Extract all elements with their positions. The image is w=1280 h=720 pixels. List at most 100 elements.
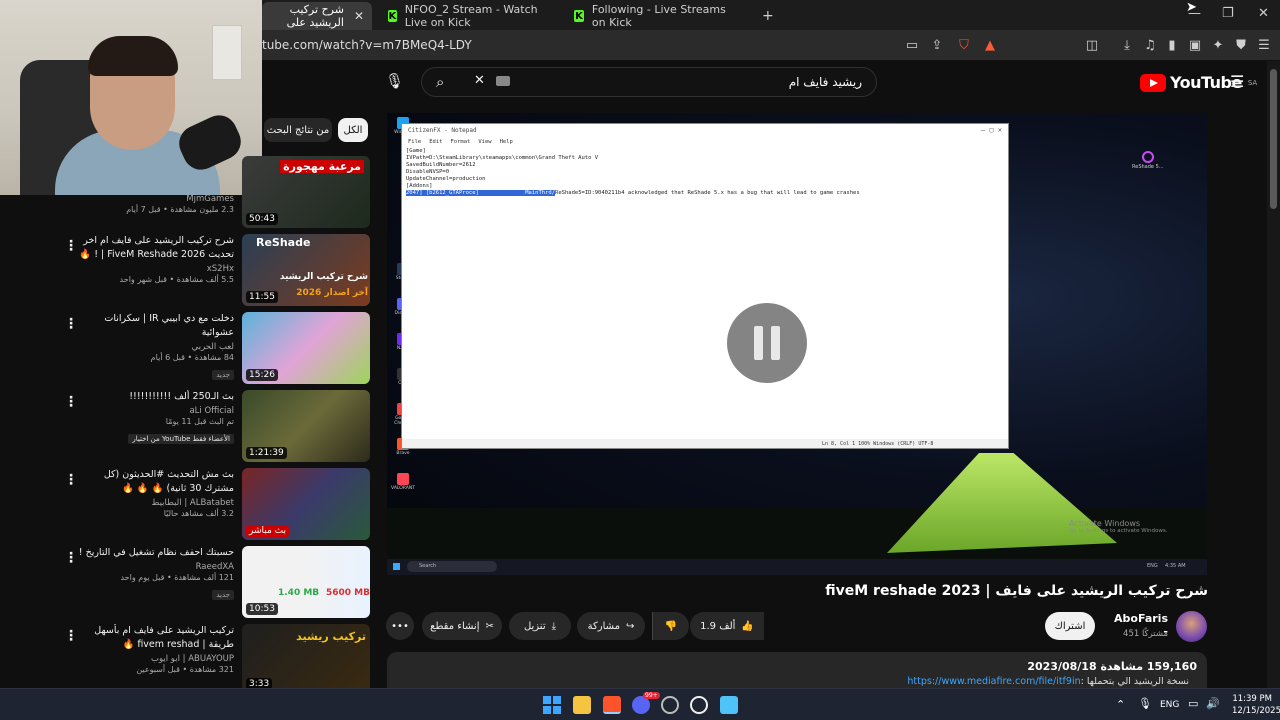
more-actions-button[interactable]: ••• (386, 612, 414, 640)
leo-icon[interactable]: ✦ (1210, 37, 1226, 53)
tab-label: Following - Live Streams on Kick (591, 3, 726, 29)
notepad-app-icon[interactable] (720, 696, 738, 714)
video-player[interactable]: Window Steam Discord NZXT OBS Google Chr… (387, 113, 1207, 575)
media-icon[interactable]: ♫ (1142, 37, 1158, 53)
notepad-line: DisableNVSP=0 (406, 169, 450, 175)
channel-name[interactable]: ALBatabet | البطابيط (74, 498, 234, 508)
close-icon[interactable]: ✕ (354, 9, 364, 23)
activate-windows-watermark: Activate Windows Go to Settings to activ… (1069, 519, 1168, 534)
share-button[interactable]: مشاركة ↪ (577, 612, 645, 640)
thumb-text: آخر اصدار 2026 (296, 288, 368, 298)
clock[interactable]: 11:39 PM 12/15/2025 (1232, 693, 1280, 717)
list-item[interactable]: ⋮ 15:26 دخلت مع دي ابيبي IR | سكرانات عش… (62, 312, 370, 386)
video-title[interactable]: تركيب الريشيد على فايف ام بأسهل طريقة | … (74, 624, 234, 652)
channel-name[interactable]: aLi Official (74, 406, 234, 416)
list-item[interactable]: ⋮ 1:21:39 بث الـ250 ألف !!!!!!!!!!! aLi … (62, 390, 370, 464)
video-thumbnail[interactable]: تركيب ريشيد 3:33 (242, 624, 370, 688)
download-button[interactable]: تنزيل ⤓ (509, 612, 571, 640)
avatar[interactable] (1176, 611, 1207, 642)
new-badge: جديد (212, 370, 234, 380)
notepad-line: SavedBuildNumber=2612 (406, 162, 476, 168)
page-scrollbar[interactable] (1267, 61, 1280, 688)
list-item[interactable]: ⋮ بث مباشر بث مش التحديث #الحديثون (كل م… (62, 468, 370, 542)
hamburger-icon[interactable]: ☰ (1230, 72, 1244, 91)
list-item[interactable]: ⋮ 1.40 MB 5600 MB 10:53 حسبتك احفف نظام … (62, 546, 370, 620)
list-item[interactable]: مرعبة مهجورة 50:43 MjmGames 2.3 مليون مش… (62, 156, 370, 230)
video-thumbnail[interactable]: 1.40 MB 5600 MB 10:53 (242, 546, 370, 618)
brave-rewards-icon[interactable]: ▲ (982, 37, 998, 53)
tab-kick-nfoo[interactable]: K NFOO_2 Stream - Watch Live on Kick (380, 2, 560, 30)
pause-icon[interactable] (727, 303, 807, 383)
subscribe-button[interactable]: اشتراك (1045, 612, 1095, 640)
new-tab-button[interactable]: + (754, 2, 774, 30)
like-button[interactable]: 1.9 ألف 👍 (690, 612, 764, 640)
notepad-line: [Game] (406, 148, 426, 154)
mic-icon[interactable]: 🎙 (385, 72, 404, 90)
channel-name[interactable]: xS2Hx (74, 264, 234, 274)
network-icon[interactable]: ▭ (1188, 697, 1198, 710)
duration-badge: 15:26 (246, 369, 278, 381)
video-thumbnail[interactable]: بث مباشر (242, 468, 370, 540)
live-badge: بث مباشر (246, 525, 289, 537)
restore-icon[interactable]: ❐ (1222, 6, 1234, 21)
channel-name[interactable]: MjmGames (74, 194, 234, 204)
description-link[interactable]: https://www.mediafire.com/file/itf9in (907, 676, 1080, 687)
search-box[interactable]: ⌕ ✕ ريشيد فايف ام (421, 67, 877, 97)
clear-search-icon[interactable]: ✕ (474, 73, 485, 88)
video-title[interactable]: حسبتك احفف نظام تشغيل في التاريخ ! (74, 546, 234, 560)
thumbs-up-icon: 👍 (741, 620, 754, 632)
list-item[interactable]: ⋮ تركيب ريشيد 3:33 تركيب الريشيد على فاي… (62, 624, 370, 688)
video-meta: 2.3 مليون مشاهدة • قبل 7 أيام (126, 205, 234, 214)
list-item[interactable]: ⋮ ReShade شرح تركيب الريشيد آخر اصدار 20… (62, 234, 370, 308)
chevron-up-icon[interactable]: ⌃ (1116, 698, 1125, 711)
channel-name[interactable]: لعب الحربي (74, 342, 234, 352)
video-thumbnail[interactable]: 1:21:39 (242, 390, 370, 462)
video-title[interactable]: دخلت مع دي ابيبي IR | سكرانات عشوائية (74, 312, 234, 340)
notepad-line: IVPath=D:\SteamLibrary\steamapps\common\… (406, 155, 599, 161)
media-player-icon[interactable] (690, 696, 708, 714)
brave-shield-icon[interactable]: ⛉ (956, 37, 972, 53)
dislike-button[interactable]: 👎 (652, 612, 689, 640)
video-thumbnail[interactable]: مرعبة مهجورة 50:43 (242, 156, 370, 228)
share-icon[interactable]: ⇪ (929, 37, 945, 53)
video-thumbnail[interactable]: ReShade شرح تركيب الريشيد آخر اصدار 2026… (242, 234, 370, 306)
chip-all[interactable]: الكل (338, 118, 368, 142)
sidebar-icon[interactable]: ▮ (1164, 37, 1180, 53)
video-thumbnail[interactable]: 15:26 (242, 312, 370, 384)
description-box[interactable]: 159,160 مشاهدة 2023/08/18 نسخة الريشيد ا… (387, 652, 1207, 688)
window-close-icon[interactable]: ✕ (1258, 6, 1269, 21)
search-icon[interactable]: ⌕ (436, 73, 444, 91)
brave-browser-icon[interactable] (603, 696, 621, 714)
wallet-icon[interactable]: ▣ (1187, 37, 1203, 53)
url-field[interactable]: tube.com/watch?v=m7BMeQ4-LDY (262, 38, 472, 52)
chip-from-results[interactable]: من نتائج البحث (264, 118, 332, 142)
tab-youtube[interactable]: شرح تركيب الريشيد على ✕ (262, 2, 372, 30)
desktop-icon: VALORANT (391, 473, 415, 491)
tab-kick-following[interactable]: K Following - Live Streams on Kick (566, 2, 746, 30)
duration-badge: 11:55 (246, 291, 278, 303)
menu-icon[interactable]: ☰ (1256, 37, 1272, 53)
language-indicator[interactable]: ENG (1160, 700, 1179, 710)
video-title[interactable]: شرح تركيب الريشيد على فايف ام اخر تحديث … (74, 234, 234, 262)
settings-icon[interactable] (661, 696, 679, 714)
video-title[interactable]: بث الـ250 ألف !!!!!!!!!!! (74, 390, 234, 404)
download-icon: ⤓ (551, 620, 557, 632)
microphone-tray-icon[interactable]: 🎙 (1138, 697, 1152, 710)
windows-start-icon[interactable] (543, 696, 561, 714)
notification-badge: 99+ (643, 692, 660, 699)
channel-name[interactable]: RaeedXA (74, 562, 234, 572)
channel-name[interactable]: ABUAYOUP | ابو ايوب (74, 654, 234, 664)
screenshot-icon[interactable]: ◫ (1084, 37, 1100, 53)
search-input[interactable]: ريشيد فايف ام (789, 75, 862, 89)
volume-icon[interactable]: 🔊 (1206, 697, 1220, 710)
like-count: 1.9 ألف (700, 620, 736, 632)
keyboard-icon[interactable] (496, 76, 510, 86)
download-icon[interactable]: ⤓ (1119, 37, 1135, 53)
vpn-icon[interactable]: ⛊ (1233, 37, 1249, 53)
file-explorer-icon[interactable] (573, 696, 591, 714)
video-title[interactable]: بث مش التحديث #الحديثون (كل مشترك 30 ثان… (74, 468, 234, 496)
duration-badge: 1:21:39 (246, 447, 287, 459)
clip-button[interactable]: إنشاء مقطع ✂ (422, 612, 502, 640)
scrollbar-thumb[interactable] (1270, 69, 1277, 209)
cast-icon[interactable]: ▭ (904, 37, 920, 53)
